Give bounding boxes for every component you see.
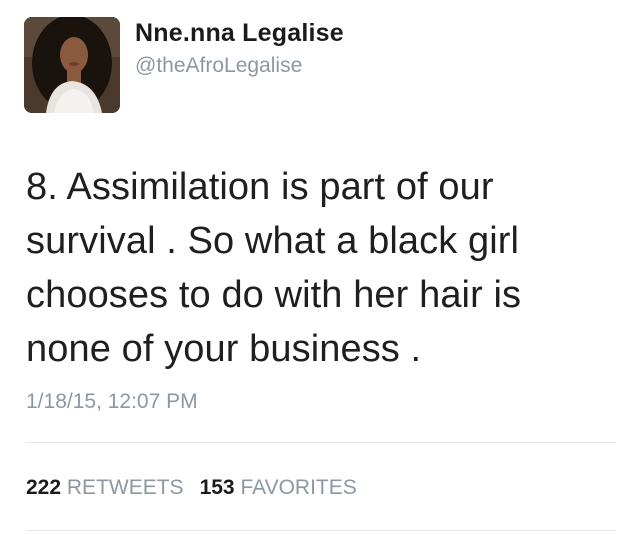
divider [26,530,616,531]
display-name[interactable]: Nne.nna Legalise [135,19,344,48]
tweet-card: Nne.nna Legalise @theAfroLegalise 8. Ass… [0,0,640,534]
retweets-stat[interactable]: 222 RETWEETS [26,476,184,499]
user-handle[interactable]: @theAfroLegalise [135,54,302,78]
favorites-stat[interactable]: 153 FAVORITES [200,476,357,499]
tweet-text: 8. Assimilation is part of our survival … [26,166,522,370]
divider [26,442,616,443]
favorites-count: 153 [199,476,235,499]
avatar[interactable] [24,17,120,113]
tweet-stats: 222 RETWEETS 153 FAVORITES [26,476,373,500]
retweets-count: 222 [26,476,62,499]
tweet-timestamp[interactable]: 1/18/15, 12:07 PM [26,390,198,414]
retweets-label: RETWEETS [66,476,184,499]
avatar-image [24,17,120,113]
favorites-label: FAVORITES [240,476,357,499]
